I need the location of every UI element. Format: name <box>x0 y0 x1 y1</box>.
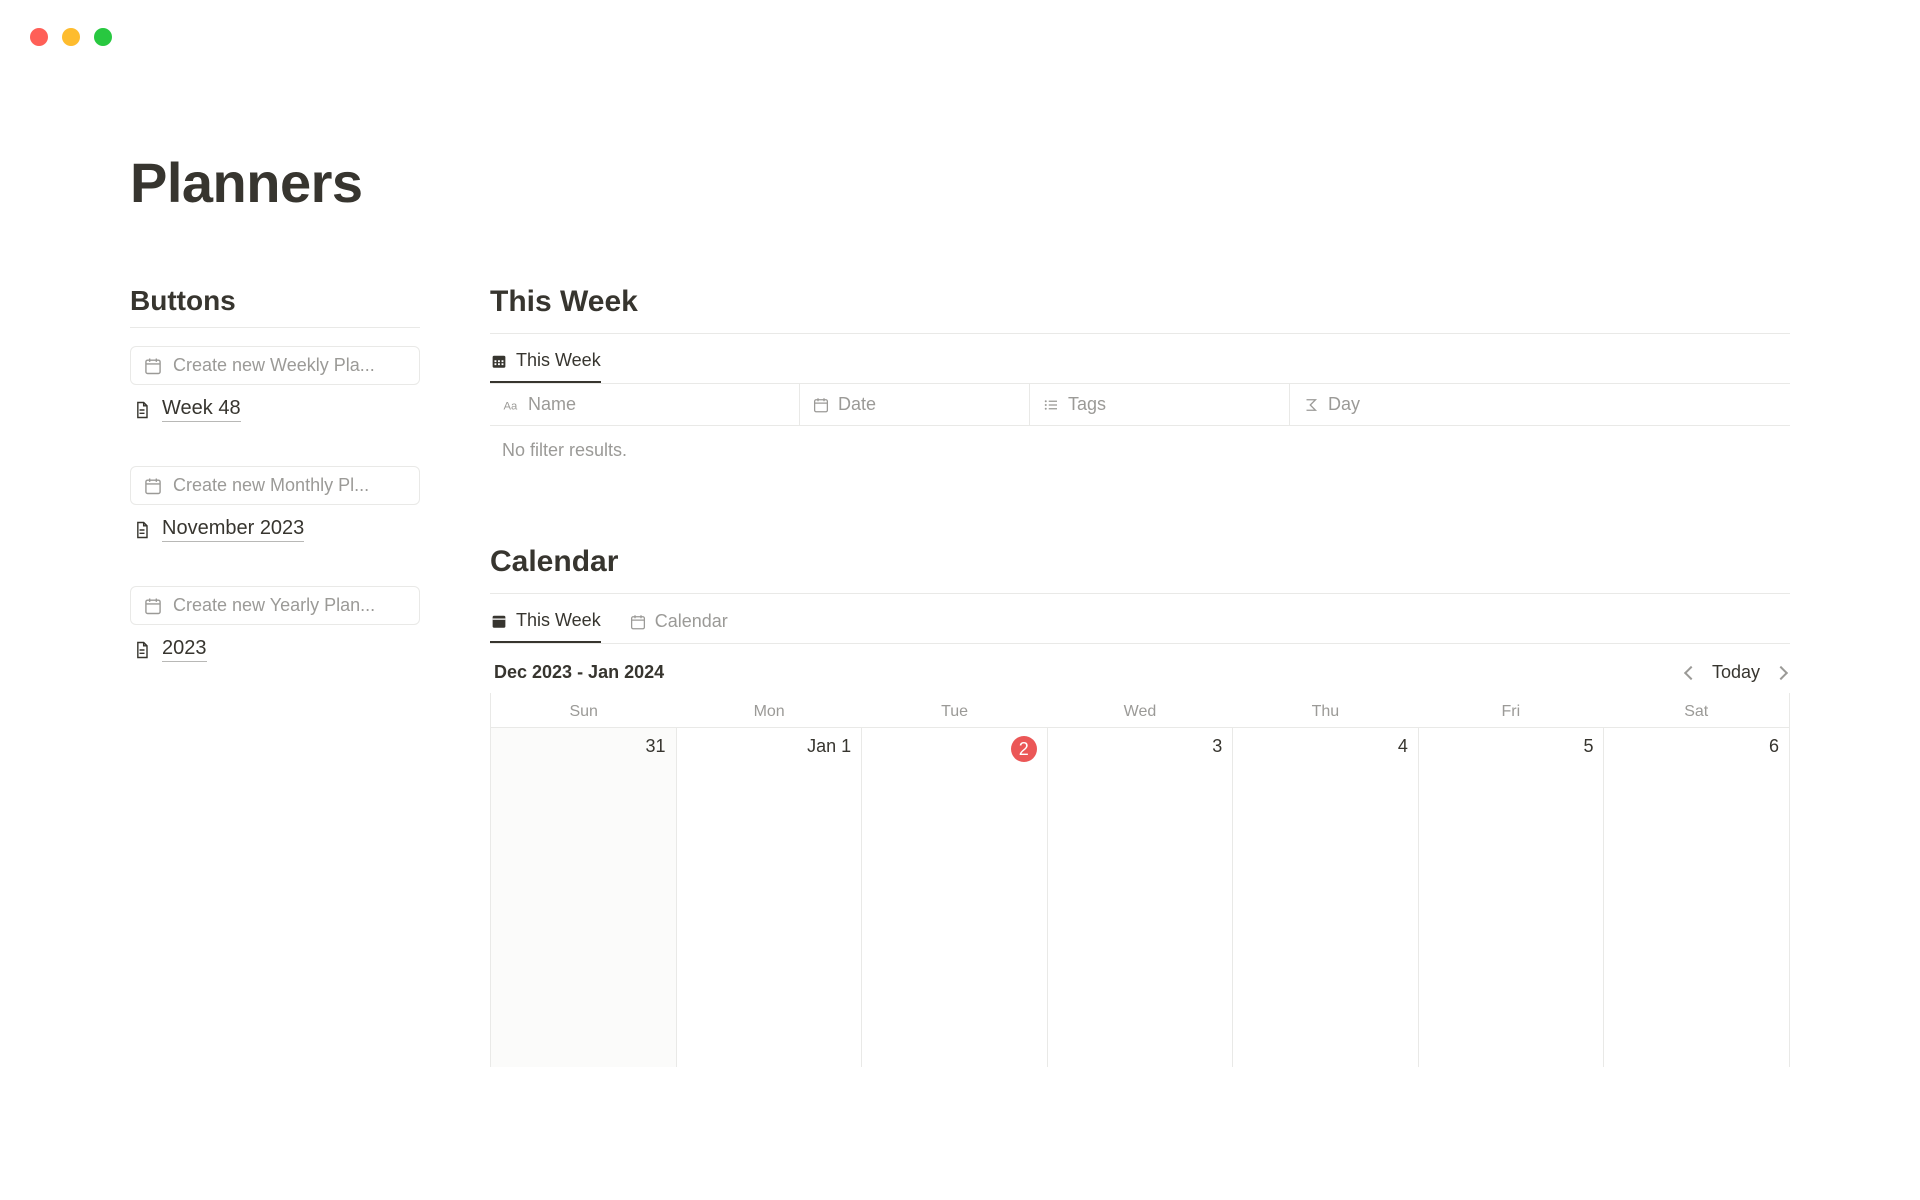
page-icon <box>132 520 152 540</box>
calendar-day-cell[interactable]: 6 <box>1604 727 1789 1067</box>
button-label: Create new Yearly Plan... <box>173 595 375 616</box>
calendar-week-icon <box>490 352 508 370</box>
empty-results-text: No filter results. <box>490 426 1790 475</box>
window-traffic-lights <box>30 28 112 46</box>
weekday-label: Sat <box>1604 693 1789 727</box>
sigma-icon <box>1302 396 1320 414</box>
buttons-column: Buttons Create new Weekly Pla... Week 48… <box>130 285 420 1067</box>
today-button[interactable]: Today <box>1712 662 1760 683</box>
calendar-day-cell[interactable]: 3 <box>1048 727 1234 1067</box>
weekday-label: Fri <box>1418 693 1603 727</box>
link-label: November 2023 <box>162 517 304 542</box>
tab-label: This Week <box>516 610 601 631</box>
create-weekly-planner-button[interactable]: Create new Weekly Pla... <box>130 346 420 385</box>
list-icon <box>1042 396 1060 414</box>
button-label: Create new Weekly Pla... <box>173 355 375 376</box>
column-label: Name <box>528 394 576 415</box>
november-2023-link[interactable]: November 2023 <box>130 513 420 546</box>
calendar-prev-icon[interactable] <box>1684 665 1698 679</box>
column-date[interactable]: Date <box>800 384 1030 425</box>
calendar-fill-icon <box>490 612 508 630</box>
calendar-range-label: Dec 2023 - Jan 2024 <box>494 662 664 683</box>
calendar-tab-calendar[interactable]: Calendar <box>629 610 728 643</box>
column-label: Date <box>838 394 876 415</box>
day-number: 3 <box>1198 736 1222 757</box>
calendar-day-row: 31 Jan 1 2 3 4 5 6 <box>491 727 1789 1067</box>
weekday-label: Wed <box>1047 693 1232 727</box>
day-number: 4 <box>1384 736 1408 757</box>
calendar-next-icon[interactable] <box>1774 665 1788 679</box>
year-2023-link[interactable]: 2023 <box>130 633 420 666</box>
calendar-heading: Calendar <box>490 545 1790 594</box>
column-name[interactable]: Name <box>490 384 800 425</box>
calendar-day-cell[interactable]: 31 <box>491 727 677 1067</box>
text-icon <box>502 396 520 414</box>
day-number: 6 <box>1755 736 1779 757</box>
table-header-row: Name Date Tags Day <box>490 383 1790 426</box>
weekday-label: Mon <box>676 693 861 727</box>
buttons-heading: Buttons <box>130 285 420 328</box>
close-window-dot[interactable] <box>30 28 48 46</box>
link-label: Week 48 <box>162 397 241 422</box>
weekday-label: Sun <box>491 693 676 727</box>
create-yearly-planner-button[interactable]: Create new Yearly Plan... <box>130 586 420 625</box>
calendar-day-cell[interactable]: Jan 1 <box>677 727 863 1067</box>
day-number: 31 <box>642 736 666 757</box>
column-label: Day <box>1328 394 1360 415</box>
minimize-window-dot[interactable] <box>62 28 80 46</box>
weekday-label: Thu <box>1233 693 1418 727</box>
column-label: Tags <box>1068 394 1106 415</box>
page-icon <box>132 640 152 660</box>
calendar-weekday-row: Sun Mon Tue Wed Thu Fri Sat <box>491 693 1789 727</box>
week-48-link[interactable]: Week 48 <box>130 393 420 426</box>
this-week-heading: This Week <box>490 285 1790 334</box>
day-number: Jan 1 <box>807 736 851 757</box>
fullscreen-window-dot[interactable] <box>94 28 112 46</box>
calendar-tab-thisweek[interactable]: This Week <box>490 610 601 643</box>
calendar-block: Calendar This Week Calendar Dec 2023 - J… <box>490 545 1790 1067</box>
calendar-icon <box>629 613 647 631</box>
weekday-label: Tue <box>862 693 1047 727</box>
create-monthly-planner-button[interactable]: Create new Monthly Pl... <box>130 466 420 505</box>
day-number: 2 <box>1011 736 1037 762</box>
button-label: Create new Monthly Pl... <box>173 475 369 496</box>
link-label: 2023 <box>162 637 207 662</box>
page-icon <box>132 400 152 420</box>
this-week-block: This Week This Week Name Date <box>490 285 1790 475</box>
calendar-day-cell[interactable]: 2 <box>862 727 1048 1067</box>
tab-label: This Week <box>516 350 601 371</box>
calendar-icon <box>143 596 163 616</box>
column-day[interactable]: Day <box>1290 384 1790 425</box>
calendar-icon <box>143 476 163 496</box>
day-number: 5 <box>1569 736 1593 757</box>
calendar-icon <box>812 396 830 414</box>
calendar-day-cell[interactable]: 5 <box>1419 727 1605 1067</box>
calendar-day-cell[interactable]: 4 <box>1233 727 1419 1067</box>
tab-label: Calendar <box>655 611 728 632</box>
column-tags[interactable]: Tags <box>1030 384 1290 425</box>
page-title: Planners <box>130 150 1790 215</box>
calendar-icon <box>143 356 163 376</box>
this-week-tab[interactable]: This Week <box>490 350 601 383</box>
